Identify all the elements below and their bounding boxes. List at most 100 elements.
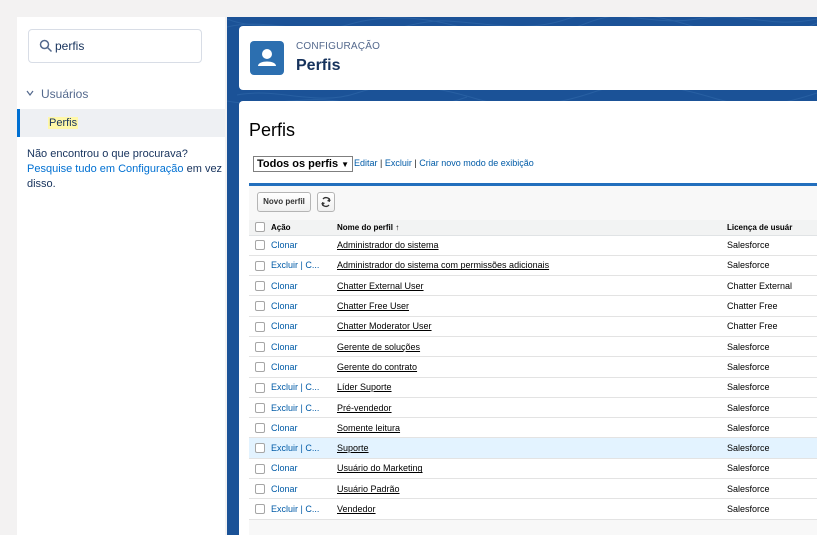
profile-name-link[interactable]: Usuário do Marketing — [337, 463, 423, 473]
profile-name-link[interactable]: Usuário Padrão — [337, 484, 400, 494]
nav-item-label: Perfis — [48, 117, 79, 129]
table-row[interactable]: Clonar Chatter Free User Chatter Free — [249, 295, 817, 317]
row-checkbox[interactable] — [255, 463, 265, 474]
table-row[interactable]: Clonar Usuário do Marketing Salesforce — [249, 458, 817, 480]
profile-list: Novo perfil Ação Nome do perfil ↑ Licenç… — [249, 183, 817, 535]
page-title: Perfis — [249, 120, 296, 140]
table-row[interactable]: Excluir | C... Pré-vendedor Salesforce — [249, 397, 817, 419]
row-action-link[interactable]: Excluir | C... — [271, 260, 319, 270]
row-action-link[interactable]: Clonar — [271, 362, 298, 372]
refresh-button[interactable] — [317, 192, 335, 212]
row-checkbox[interactable] — [255, 321, 265, 332]
row-license-cell: Chatter Free — [727, 295, 817, 317]
row-name-cell: Administrador do sistema com permissões … — [337, 255, 727, 277]
row-checkbox[interactable] — [255, 260, 265, 271]
row-checkbox[interactable] — [255, 423, 265, 434]
row-license-cell: Salesforce — [727, 235, 817, 256]
row-checkbox-cell — [249, 437, 271, 459]
table-row[interactable]: Excluir | C... Administrador do sistema c… — [249, 255, 817, 277]
row-checkbox[interactable] — [255, 504, 265, 515]
profile-name-link[interactable]: Pré-vendedor — [337, 403, 392, 413]
delete-view-link[interactable]: Excluir — [385, 158, 412, 168]
user-icon — [258, 49, 276, 66]
table-row[interactable]: Clonar Chatter Moderator User Chatter Free — [249, 316, 817, 337]
table-row[interactable]: Clonar Somente leitura Salesforce — [249, 417, 817, 439]
quick-find-box[interactable] — [28, 29, 202, 63]
nav-group-usuarios[interactable]: Usuários — [17, 83, 225, 105]
row-action-link[interactable]: Clonar — [271, 281, 298, 291]
edit-view-link[interactable]: Editar — [354, 158, 378, 168]
view-select-value: Todos os perfis — [257, 158, 339, 170]
row-name-cell: Líder Suporte — [337, 377, 727, 398]
table-row[interactable]: Excluir | C... Suporte Salesforce — [249, 437, 817, 459]
search-all-link[interactable]: Pesquise tudo em Configuração — [27, 163, 184, 175]
profile-name-link[interactable]: Chatter Moderator User — [337, 321, 432, 331]
license-value: Chatter External — [727, 280, 793, 291]
profile-name-link[interactable]: Chatter Free User — [337, 301, 409, 311]
table-row[interactable]: Clonar Usuário Padrão Salesforce — [249, 478, 817, 500]
row-action-cell: Excluir | C... — [271, 397, 337, 419]
profile-name-link[interactable]: Administrador do sistema — [337, 240, 439, 250]
row-license-cell: Salesforce — [727, 336, 817, 358]
nav-item-perfis[interactable]: Perfis — [17, 109, 225, 137]
row-action-link[interactable]: Excluir | C... — [271, 403, 319, 413]
row-action-link[interactable]: Excluir | C... — [271, 443, 319, 453]
table-row[interactable]: Excluir | C... Líder Suporte Salesforce — [249, 377, 817, 398]
row-checkbox[interactable] — [255, 240, 265, 251]
row-checkbox[interactable] — [255, 443, 265, 454]
profile-name-link[interactable]: Suporte — [337, 443, 369, 453]
row-license-cell: Salesforce — [727, 498, 817, 520]
row-action-link[interactable]: Clonar — [271, 484, 298, 494]
table-row[interactable]: Clonar Gerente do contrato Salesforce — [249, 356, 817, 378]
profile-name-link[interactable]: Gerente do contrato — [337, 362, 417, 372]
row-action-link[interactable]: Excluir | C... — [271, 504, 319, 514]
row-checkbox-cell — [249, 478, 271, 500]
row-checkbox[interactable] — [255, 382, 265, 393]
header-license[interactable]: Licença de usuár — [727, 220, 817, 236]
table-row[interactable]: Clonar Chatter External User Chatter Exter… — [249, 275, 817, 297]
row-action-cell: Clonar — [271, 316, 337, 337]
create-view-link[interactable]: Criar novo modo de exibição — [419, 158, 534, 168]
row-action-link[interactable]: Clonar — [271, 321, 298, 331]
profile-name-link[interactable]: Chatter External User — [337, 281, 424, 291]
row-checkbox[interactable] — [255, 362, 265, 373]
row-checkbox-cell — [249, 316, 271, 337]
quick-find-input[interactable] — [55, 36, 195, 56]
license-value: Salesforce — [727, 483, 770, 494]
profile-name-link[interactable]: Administrador do sistema com permissões … — [337, 260, 549, 270]
row-action-cell: Clonar — [271, 295, 337, 317]
row-action-link[interactable]: Clonar — [271, 301, 298, 311]
row-checkbox[interactable] — [255, 484, 265, 495]
row-action-link[interactable]: Clonar — [271, 423, 298, 433]
row-checkbox-cell — [249, 377, 271, 398]
table-row[interactable]: Clonar Gerente de soluções Salesforce — [249, 336, 817, 358]
profile-name-link[interactable]: Gerente de soluções — [337, 342, 420, 352]
row-license-cell: Salesforce — [727, 255, 817, 277]
table-row[interactable]: Clonar Administrador do sistema Salesforce — [249, 235, 817, 256]
row-checkbox[interactable] — [255, 402, 265, 413]
row-license-cell: Salesforce — [727, 397, 817, 419]
row-checkbox-cell — [249, 336, 271, 358]
row-action-link[interactable]: Excluir | C... — [271, 382, 319, 392]
header-profile-name[interactable]: Nome do perfil ↑ — [337, 220, 727, 236]
row-action-link[interactable]: Clonar — [271, 342, 298, 352]
row-action-cell: Excluir | C... — [271, 255, 337, 277]
profile-name-link[interactable]: Líder Suporte — [337, 382, 392, 392]
row-action-link[interactable]: Clonar — [271, 240, 298, 250]
row-action-link[interactable]: Clonar — [271, 463, 298, 473]
row-action-cell: Clonar — [271, 478, 337, 500]
select-all-checkbox[interactable] — [255, 222, 265, 233]
content-area: Perfis Todos os perfis ▼ Editar | Excluir… — [239, 101, 817, 535]
row-checkbox[interactable] — [255, 281, 265, 292]
row-checkbox[interactable] — [255, 301, 265, 312]
profile-name-link[interactable]: Somente leitura — [337, 423, 400, 433]
view-select[interactable]: Todos os perfis ▼ — [253, 156, 354, 172]
profile-name-link[interactable]: Vendedor — [337, 504, 376, 514]
row-action-cell: Clonar — [271, 336, 337, 358]
table-row[interactable]: Excluir | C... Vendedor Salesforce — [249, 498, 817, 520]
row-checkbox-cell — [249, 356, 271, 378]
view-links: Editar | Excluir | Criar novo modo de ex… — [354, 158, 534, 168]
row-checkbox[interactable] — [255, 341, 265, 352]
license-value: Salesforce — [727, 260, 770, 271]
new-profile-button[interactable]: Novo perfil — [257, 192, 311, 212]
